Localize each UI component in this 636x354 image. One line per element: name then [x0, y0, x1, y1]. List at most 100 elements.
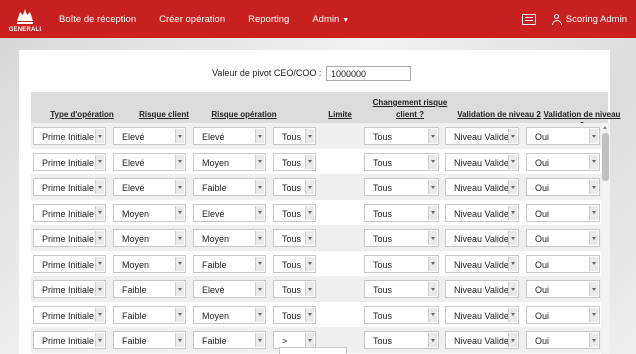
changement-risque-select[interactable]: Tous	[364, 152, 439, 171]
chevron-down-icon[interactable]	[255, 256, 264, 271]
chevron-down-icon[interactable]	[428, 180, 437, 194]
chevron-down-icon[interactable]	[428, 256, 437, 271]
risque-operation-select[interactable]: Elevé	[193, 203, 266, 222]
chevron-down-icon[interactable]	[255, 231, 264, 245]
chevron-down-icon[interactable]	[305, 307, 314, 322]
nav-reporting[interactable]: Reporting	[248, 14, 289, 25]
chevron-down-icon[interactable]	[95, 205, 104, 220]
limite-select[interactable]: Tous	[273, 254, 316, 273]
chevron-down-icon[interactable]	[428, 154, 437, 169]
validation-niveau-2-select[interactable]: Niveau Validee	[445, 331, 519, 349]
pivot-value-input[interactable]	[326, 66, 411, 81]
chevron-down-icon[interactable]	[175, 154, 184, 169]
validation-niveau-3-select[interactable]: Oui	[526, 127, 600, 145]
user-menu[interactable]: Scoring Admin	[566, 14, 627, 25]
chevron-down-icon[interactable]	[589, 231, 598, 245]
validation-niveau-2-select[interactable]: Niveau Validee	[445, 178, 519, 196]
risque-client-select[interactable]: Elevé	[113, 178, 186, 196]
validation-niveau-2-select[interactable]: Niveau Validee	[445, 229, 519, 247]
chevron-down-icon[interactable]	[508, 333, 517, 347]
risque-operation-select[interactable]: Moyen	[193, 229, 266, 247]
chevron-down-icon[interactable]	[589, 307, 598, 322]
generali-logo[interactable]: GENERALI	[4, 2, 46, 36]
chevron-down-icon[interactable]	[428, 231, 437, 245]
chevron-down-icon[interactable]	[95, 256, 104, 271]
chevron-down-icon[interactable]	[175, 231, 184, 245]
chevron-down-icon[interactable]	[508, 282, 517, 296]
chevron-down-icon[interactable]	[175, 205, 184, 220]
nav-admin[interactable]: Admin ▼	[312, 14, 349, 25]
risque-operation-select[interactable]: Faible	[193, 178, 266, 196]
chevron-down-icon[interactable]	[428, 307, 437, 322]
chevron-down-icon[interactable]	[255, 282, 264, 296]
type-operation-select[interactable]: Prime Initiale	[33, 331, 106, 349]
type-operation-select[interactable]: Prime Initiale	[33, 280, 106, 298]
chevron-down-icon[interactable]	[589, 282, 598, 296]
chevron-down-icon[interactable]	[589, 180, 598, 194]
chevron-down-icon[interactable]	[175, 129, 184, 143]
chevron-down-icon[interactable]	[589, 129, 598, 143]
risque-operation-select[interactable]: Faible	[193, 254, 266, 273]
limite-select[interactable]: Tous	[273, 280, 316, 298]
chevron-down-icon[interactable]	[508, 256, 517, 271]
chevron-down-icon[interactable]	[255, 154, 264, 169]
type-operation-select[interactable]: Prime Initiale	[33, 305, 106, 324]
validation-niveau-2-select[interactable]: Niveau Validee	[445, 305, 519, 324]
chevron-down-icon[interactable]	[305, 333, 314, 347]
risque-client-select[interactable]: Elevé	[113, 152, 186, 171]
limite-select[interactable]: Tous	[273, 152, 316, 171]
risque-operation-select[interactable]: Moyen	[193, 305, 266, 324]
chevron-down-icon[interactable]	[175, 180, 184, 194]
limite-select[interactable]: Tous	[273, 305, 316, 324]
chevron-down-icon[interactable]	[428, 205, 437, 220]
validation-niveau-3-select[interactable]: Oui	[526, 178, 600, 196]
nav-inbox[interactable]: Boîte de réception	[59, 14, 136, 25]
validation-niveau-2-select[interactable]: Niveau Validee	[445, 203, 519, 222]
chevron-down-icon[interactable]	[589, 205, 598, 220]
chevron-down-icon[interactable]	[428, 282, 437, 296]
chevron-down-icon[interactable]	[95, 154, 104, 169]
chevron-down-icon[interactable]	[305, 256, 314, 271]
validation-niveau-3-select[interactable]: Oui	[526, 152, 600, 171]
type-operation-select[interactable]: Prime Initiale	[33, 127, 106, 145]
limite-select[interactable]: Tous	[273, 229, 316, 247]
changement-risque-select[interactable]: Tous	[364, 254, 439, 273]
risque-client-select[interactable]: Moyen	[113, 254, 186, 273]
limite-select[interactable]: Tous	[273, 203, 316, 222]
validation-niveau-3-select[interactable]: Oui	[526, 331, 600, 349]
chevron-down-icon[interactable]	[95, 180, 104, 194]
validation-niveau-3-select[interactable]: Oui	[526, 254, 600, 273]
chevron-down-icon[interactable]	[255, 180, 264, 194]
changement-risque-select[interactable]: Tous	[364, 331, 439, 349]
chevron-down-icon[interactable]	[508, 205, 517, 220]
chevron-down-icon[interactable]	[589, 256, 598, 271]
validation-niveau-2-select[interactable]: Niveau Validee	[445, 127, 519, 145]
type-operation-select[interactable]: Prime Initiale	[33, 254, 106, 273]
chevron-down-icon[interactable]	[508, 154, 517, 169]
changement-risque-select[interactable]: Tous	[364, 229, 439, 247]
chevron-down-icon[interactable]	[305, 180, 314, 194]
chevron-down-icon[interactable]	[175, 307, 184, 322]
type-operation-select[interactable]: Prime Initiale	[33, 152, 106, 171]
risque-client-select[interactable]: Moyen	[113, 203, 186, 222]
chevron-down-icon[interactable]	[95, 282, 104, 296]
validation-niveau-2-select[interactable]: Niveau Validee	[445, 280, 519, 298]
chevron-down-icon[interactable]	[175, 333, 184, 347]
open-dropdown-list[interactable]	[279, 347, 347, 354]
chevron-down-icon[interactable]	[95, 333, 104, 347]
chevron-down-icon[interactable]	[255, 129, 264, 143]
chevron-down-icon[interactable]	[589, 154, 598, 169]
chevron-down-icon[interactable]	[508, 231, 517, 245]
chevron-down-icon[interactable]	[255, 205, 264, 220]
changement-risque-select[interactable]: Tous	[364, 127, 439, 145]
chevron-down-icon[interactable]	[95, 307, 104, 322]
limite-select[interactable]: Tous	[273, 178, 316, 196]
risque-operation-select[interactable]: Moyen	[193, 152, 266, 171]
validation-niveau-3-select[interactable]: Oui	[526, 203, 600, 222]
chevron-down-icon[interactable]	[255, 307, 264, 322]
validation-niveau-3-select[interactable]: Oui	[526, 280, 600, 298]
risque-client-select[interactable]: Faible	[113, 280, 186, 298]
limite-select[interactable]: Tous	[273, 127, 316, 145]
risque-client-select[interactable]: Faible	[113, 331, 186, 349]
chevron-down-icon[interactable]	[305, 205, 314, 220]
